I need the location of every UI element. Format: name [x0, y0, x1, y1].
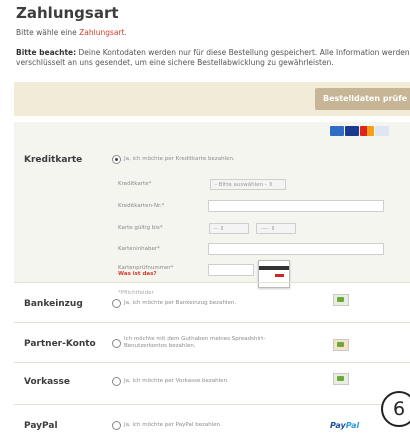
row-divider	[14, 282, 410, 283]
subtitle-accent: Zahlungsart.	[79, 28, 127, 37]
bank-icon	[333, 294, 349, 306]
paypal-logo: PayPal	[330, 421, 359, 430]
method-label-kreditkarte: Kreditkarte	[24, 155, 83, 165]
radio-partner[interactable]	[112, 339, 121, 348]
radio-paypal[interactable]	[112, 421, 121, 430]
expiry-year-select[interactable]: ---- ⇕	[256, 223, 296, 234]
option-text-paypal: Ja, ich möchte per PayPal bezahlen.	[124, 422, 222, 428]
option-text-partner: Ich möchte mit dem Guthaben meines Sprea…	[124, 336, 265, 350]
page-subtitle: Bitte wähle eine Zahlungsart.	[16, 28, 127, 37]
cvc-card-icon	[258, 260, 290, 288]
what-is-this-link[interactable]: Was ist das?	[118, 271, 173, 277]
option-text-vorkasse: Ja, ich möchte per Vorkasse bezahlen.	[124, 378, 229, 384]
privacy-note: Bitte beachte: Deine Kontodaten werden n…	[16, 48, 410, 68]
paypal-logo-b: Pal	[345, 421, 360, 430]
option-line-1: Ich möchte mit dem Guthaben meines Sprea…	[124, 336, 266, 342]
method-label-vorkasse: Vorkasse	[24, 377, 70, 387]
account-icon	[333, 339, 349, 351]
mastercard-icon	[360, 126, 374, 136]
option-line-2: Benutzerkontos bezahlen.	[124, 343, 196, 349]
cardholder-label: Karteninhaber*	[118, 246, 160, 252]
method-label-paypal: PayPal	[24, 421, 58, 431]
card-number-input[interactable]	[208, 200, 384, 212]
row-divider	[14, 322, 410, 323]
card-number-label: Kreditkarten-Nr.*	[118, 203, 165, 209]
option-text-bankeinzug: Ja, ich möchte per Bankeinzug bezahlen.	[124, 300, 237, 306]
check-order-button[interactable]: Bestelldaten prüfe	[315, 88, 410, 110]
kreditkarte-label: Kreditkarte*	[118, 181, 152, 187]
card-icon	[375, 126, 389, 136]
note-bold: Bitte beachte:	[16, 48, 77, 57]
radio-kreditkarte[interactable]	[112, 155, 121, 164]
amex-icon	[330, 126, 344, 136]
card-type-select[interactable]: - Bitte auswählen - ⇕	[210, 179, 286, 190]
radio-bankeinzug[interactable]	[112, 299, 121, 308]
visa-icon	[345, 126, 359, 136]
method-label-bankeinzug: Bankeinzug	[24, 299, 83, 309]
method-label-partner: Partner-Konto	[24, 339, 96, 349]
prepayment-icon	[333, 373, 349, 385]
cvc-input[interactable]	[208, 264, 254, 276]
cvc-label: Kartenprüfnummer* Was ist das?	[118, 265, 173, 277]
card-logos	[330, 126, 389, 138]
option-text-kreditkarte: Ja, ich möchte per Kreditkarte bezahlen.	[124, 156, 235, 162]
page-title: Zahlungsart	[16, 4, 119, 22]
expiry-label: Karte gültig bis*	[118, 225, 163, 231]
callout-badge: 6	[381, 391, 410, 427]
cardholder-input[interactable]	[208, 243, 384, 255]
note-text: Deine Kontodaten werden nur für diese Be…	[16, 48, 410, 67]
paypal-logo-a: Pay	[330, 421, 346, 430]
expiry-month-select[interactable]: -- ⇕	[209, 223, 249, 234]
required-note: *Pflichtfelder	[118, 290, 154, 296]
row-divider	[14, 404, 410, 405]
subtitle-text: Bitte wähle eine	[16, 28, 80, 37]
radio-vorkasse[interactable]	[112, 377, 121, 386]
row-divider	[14, 362, 410, 363]
